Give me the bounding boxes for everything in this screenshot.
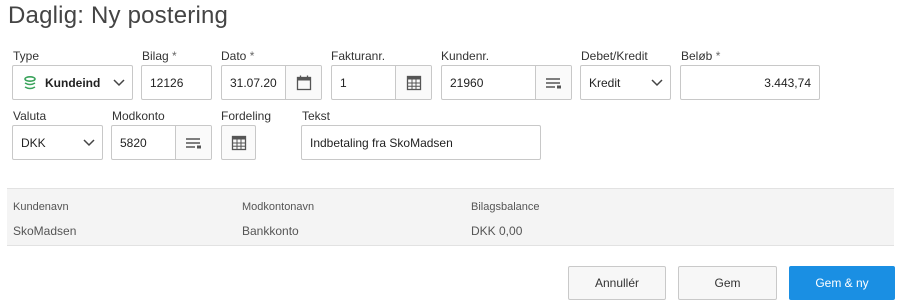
- calendar-icon[interactable]: [285, 66, 321, 99]
- bilag-value: 12126: [150, 75, 184, 90]
- valuta-label: Valuta: [13, 109, 47, 123]
- debet-kredit-select[interactable]: Kredit: [580, 65, 671, 100]
- bilag-label: Bilag *: [142, 49, 177, 63]
- fordeling-label: Fordeling: [221, 109, 272, 123]
- info-panel: Kundenavn SkoMadsen Modkontonavn Bankkon…: [7, 188, 894, 246]
- modkonto-value: 5820: [120, 135, 147, 150]
- bilagsbalance-label: Bilagsbalance: [471, 201, 540, 213]
- chevron-down-icon: [76, 126, 102, 159]
- grid-table-icon[interactable]: [395, 66, 431, 99]
- coins-icon: [13, 75, 41, 91]
- fakturanr-input[interactable]: 1: [331, 65, 432, 100]
- grid-table-icon: [231, 135, 247, 151]
- valuta-select[interactable]: DKK: [12, 125, 103, 160]
- belob-input[interactable]: 3.443,74: [680, 65, 820, 100]
- tekst-label: Tekst: [302, 109, 331, 123]
- chevron-down-icon: [644, 66, 670, 99]
- kundenavn-value: SkoMadsen: [13, 224, 77, 238]
- debet-kredit-label: Debet/Kredit: [581, 49, 648, 63]
- chevron-down-icon: [106, 66, 132, 99]
- tekst-input[interactable]: Indbetaling fra SkoMadsen: [301, 125, 541, 160]
- kundenr-label: Kundenr.: [441, 49, 490, 63]
- type-select[interactable]: Kundeind: [12, 65, 133, 100]
- kundenr-input[interactable]: 21960: [441, 65, 572, 100]
- fordeling-button[interactable]: [221, 125, 256, 160]
- type-label: Type: [13, 49, 40, 63]
- dato-value: 31.07.20: [230, 75, 277, 90]
- dato-input[interactable]: 31.07.20: [221, 65, 322, 100]
- fakturanr-value: 1: [340, 75, 347, 90]
- modkontonavn-value: Bankkonto: [242, 224, 299, 238]
- kundenavn-label: Kundenavn: [13, 201, 69, 213]
- tekst-value: Indbetaling fra SkoMadsen: [310, 135, 453, 150]
- belob-label: Beløb *: [681, 49, 721, 63]
- type-value: Kundeind: [45, 75, 101, 90]
- kundenr-value: 21960: [450, 75, 484, 90]
- fakturanr-label: Fakturanr.: [331, 49, 386, 63]
- modkonto-label: Modkonto: [112, 109, 165, 123]
- list-lookup-icon[interactable]: [535, 66, 571, 99]
- save-button[interactable]: Gem: [678, 266, 777, 300]
- belob-value: 3.443,74: [764, 75, 811, 90]
- page-title: Daglig: Ny postering: [8, 2, 229, 29]
- modkontonavn-label: Modkontonavn: [242, 201, 315, 213]
- bilagsbalance-value: DKK 0,00: [471, 224, 523, 238]
- modkonto-input[interactable]: 5820: [111, 125, 212, 160]
- valuta-value: DKK: [21, 135, 46, 150]
- debet-kredit-value: Kredit: [589, 75, 621, 90]
- bilag-input[interactable]: 12126: [141, 65, 212, 100]
- dato-label: Dato *: [221, 49, 255, 63]
- list-lookup-icon[interactable]: [175, 126, 211, 159]
- save-new-button[interactable]: Gem & ny: [789, 266, 895, 300]
- cancel-button[interactable]: Annullér: [568, 266, 666, 300]
